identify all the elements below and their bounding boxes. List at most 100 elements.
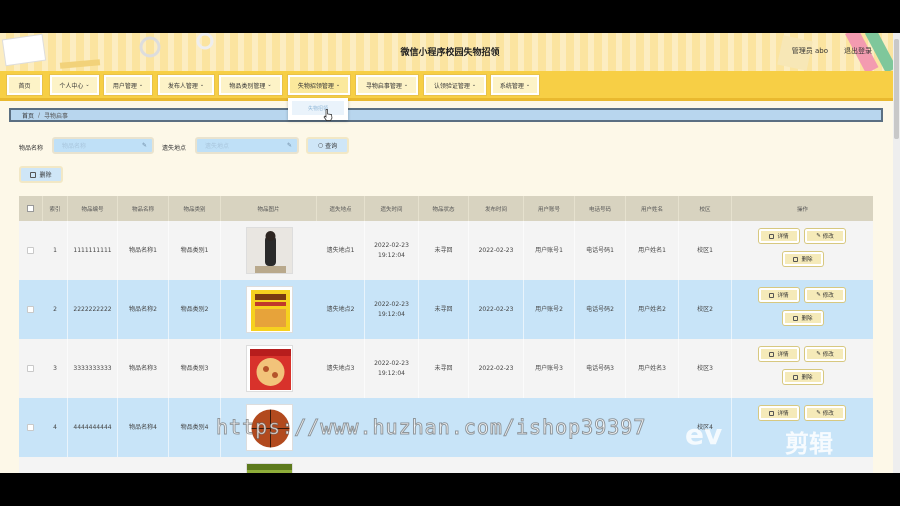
- breadcrumb-home[interactable]: 首页: [22, 111, 34, 120]
- select-all-checkbox[interactable]: [27, 205, 34, 212]
- nav-item-claim-verify[interactable]: 认领验证管理 ⌄: [424, 75, 486, 95]
- lost-place-input[interactable]: 遗失地点 ✎: [195, 137, 299, 154]
- cell-index: 4: [43, 398, 68, 457]
- item-photo[interactable]: [246, 463, 293, 473]
- cell-lost-time: 2022-02-23 19:12:04: [365, 339, 419, 398]
- col-header[interactable]: 索引: [43, 196, 68, 221]
- cell-publish: 2022-02-23: [469, 339, 524, 398]
- chevron-down-icon: ⌄: [403, 82, 409, 88]
- cell-campus: 校区1: [679, 221, 732, 280]
- cell-index: 3: [43, 339, 68, 398]
- edit-label: 修改: [822, 293, 834, 299]
- nav-label: 物品类别管理: [229, 82, 266, 90]
- edit-button[interactable]: ✎ 修改: [805, 229, 845, 243]
- trash-icon: [793, 374, 799, 380]
- cell-phone: 电话号码1: [575, 221, 626, 280]
- trash-icon: [30, 171, 37, 178]
- breadcrumb-separator: /: [38, 111, 41, 119]
- cell-category: 物品类别4: [169, 398, 221, 457]
- row-checkbox[interactable]: [27, 365, 34, 372]
- item-photo[interactable]: [246, 345, 293, 392]
- lost-time: 19:12:04: [378, 369, 405, 377]
- row-checkbox[interactable]: [27, 306, 34, 313]
- search-button[interactable]: ○ 查询: [306, 137, 349, 154]
- cell-lost-time: 2022-02-23 19:12:04: [365, 280, 419, 339]
- cell-user: 用户姓名3: [626, 339, 679, 398]
- table-row: 1 1111111111 物品名称1 物品类别1 遗失地点1 2022-02-2…: [19, 221, 873, 280]
- col-header[interactable]: 物品类别: [169, 196, 221, 221]
- ev-logo-text: 剪辑: [785, 430, 833, 458]
- batch-delete-button[interactable]: 删除: [19, 166, 63, 183]
- detail-button[interactable]: 详情: [759, 406, 799, 420]
- batch-delete-label: 删除: [39, 172, 52, 179]
- trash-icon: [793, 315, 799, 321]
- cell-status: 未寻回: [419, 280, 469, 339]
- nav-item-lost-found[interactable]: 失物招领管理 ⌄: [288, 75, 350, 95]
- edit-button[interactable]: ✎ 修改: [805, 288, 845, 302]
- nav-item-home[interactable]: 首页: [7, 75, 42, 95]
- nav-item-system[interactable]: 系统管理 ⌄: [491, 75, 539, 95]
- item-name-label: 物品名称: [19, 145, 44, 152]
- lost-place-placeholder: 遗失地点: [205, 143, 230, 150]
- logout-link[interactable]: 退出登录: [844, 46, 872, 56]
- edit-icon: ✎: [141, 142, 147, 149]
- item-photo[interactable]: [246, 286, 293, 333]
- delete-button[interactable]: 删除: [783, 252, 823, 266]
- cell-name: 物品名称1: [118, 221, 169, 280]
- edit-button[interactable]: ✎ 修改: [805, 347, 845, 361]
- chevron-down-icon: ⌄: [335, 82, 341, 88]
- nav-item-lost-notices[interactable]: 寻物启事管理 ⌄: [356, 75, 418, 95]
- nav-item-publishers[interactable]: 发布人管理 ⌄: [158, 75, 214, 95]
- delete-button[interactable]: 删除: [783, 311, 823, 325]
- pencil-icon: ✎: [816, 292, 821, 298]
- nav-item-users[interactable]: 用户管理 ⌄: [104, 75, 152, 95]
- scrollbar-thumb[interactable]: [894, 39, 899, 139]
- edit-label: 修改: [822, 234, 834, 240]
- cell-name: 物品名称2: [118, 280, 169, 339]
- col-header[interactable]: 校区: [679, 196, 732, 221]
- pencil-icon: ✎: [816, 410, 821, 416]
- col-header[interactable]: 用户账号: [524, 196, 575, 221]
- col-header[interactable]: 物品状态: [419, 196, 469, 221]
- nav-label: 系统管理: [499, 82, 524, 90]
- item-name-placeholder: 物品名称: [62, 143, 87, 150]
- item-name-input[interactable]: 物品名称 ✎: [52, 137, 154, 154]
- cell-account: 用户账号1: [524, 221, 575, 280]
- col-header[interactable]: 遗失时间: [365, 196, 419, 221]
- edit-button[interactable]: ✎ 修改: [805, 406, 845, 420]
- detail-button[interactable]: 详情: [759, 288, 799, 302]
- doc-icon: [769, 410, 775, 416]
- col-header[interactable]: 遗失地点: [317, 196, 365, 221]
- doc-icon: [769, 351, 775, 357]
- app-title: 微信小程序校园失物招领: [400, 48, 500, 58]
- nav-item-profile[interactable]: 个人中心 ⌄: [50, 75, 99, 95]
- row-checkbox[interactable]: [27, 247, 34, 254]
- vertical-scrollbar[interactable]: [893, 33, 900, 473]
- col-header[interactable]: 物品编号: [68, 196, 118, 221]
- nav-label: 认领验证管理: [433, 82, 470, 90]
- chevron-down-icon: ⌄: [85, 82, 90, 88]
- delete-button[interactable]: 删除: [783, 370, 823, 384]
- row-checkbox[interactable]: [27, 424, 34, 431]
- cell-name: 物品名称3: [118, 339, 169, 398]
- col-header[interactable]: 电话号码: [575, 196, 626, 221]
- cell-name: 物品名称4: [118, 398, 169, 457]
- chevron-down-icon: ⌄: [525, 82, 531, 88]
- nav-label: 发布人管理: [167, 82, 198, 90]
- detail-button[interactable]: 详情: [759, 347, 799, 361]
- nav-label: 寻物启事管理: [365, 82, 402, 90]
- col-header[interactable]: 用户姓名: [626, 196, 679, 221]
- item-photo[interactable]: [246, 227, 293, 274]
- dropdown-item-lost-found[interactable]: 失物招领: [292, 101, 344, 115]
- cell-user: 用户姓名1: [626, 221, 679, 280]
- col-header[interactable]: 物品图片: [221, 196, 317, 221]
- nav-item-categories[interactable]: 物品类别管理 ⌄: [219, 75, 282, 95]
- col-header[interactable]: 物品名称: [118, 196, 169, 221]
- detail-label: 详情: [777, 293, 789, 299]
- lost-place-label: 遗失地点: [162, 145, 187, 152]
- col-header[interactable]: 发布时间: [469, 196, 524, 221]
- cell-code: 2222222222: [68, 280, 118, 339]
- lost-date: 2022-02-23: [374, 241, 409, 249]
- detail-button[interactable]: 详情: [759, 229, 799, 243]
- search-button-label: 查询: [325, 143, 338, 150]
